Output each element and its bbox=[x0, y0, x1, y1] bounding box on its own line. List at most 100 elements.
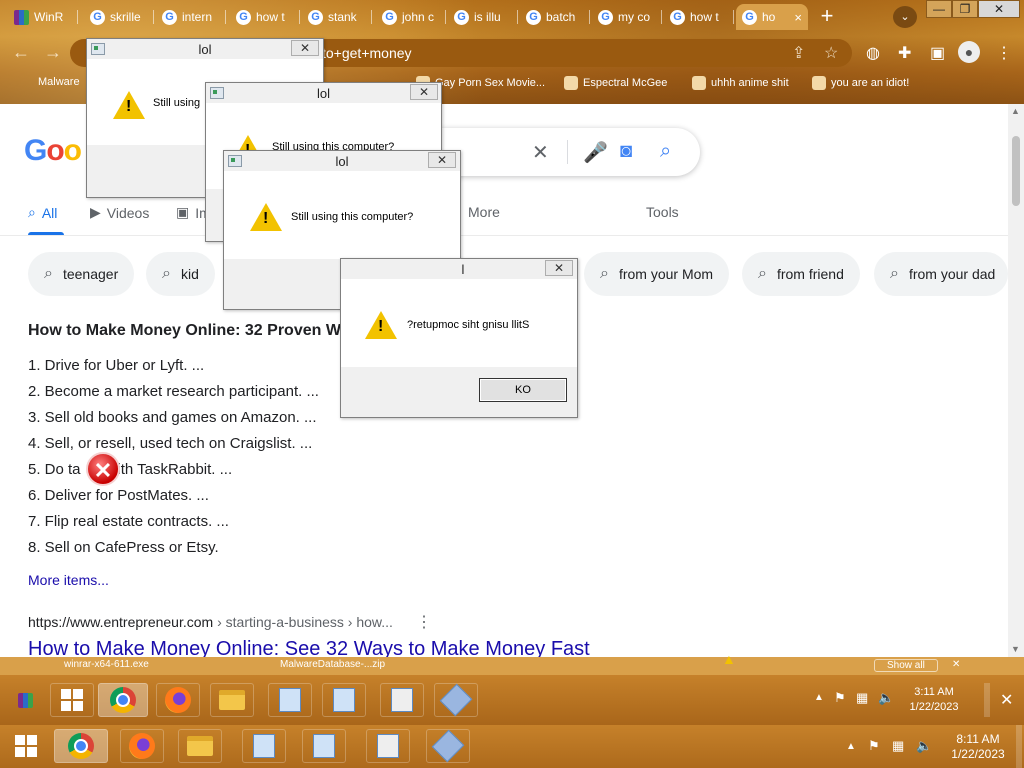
system-clock[interactable]: 8:11 AM 1/22/2023 bbox=[942, 732, 1014, 762]
new-tab-button[interactable]: + bbox=[814, 5, 840, 28]
taskbar-chrome[interactable] bbox=[98, 683, 148, 717]
tab-7[interactable]: G batch bbox=[520, 4, 590, 30]
address-text[interactable]: to+get+money bbox=[322, 45, 412, 61]
tab-videos[interactable]: ▶ Videos bbox=[90, 204, 149, 221]
result-options-icon[interactable]: ⋮ bbox=[416, 612, 432, 632]
taskbar-app-4[interactable] bbox=[426, 729, 470, 763]
google-icon: G bbox=[382, 9, 397, 25]
taskbar-app-3[interactable] bbox=[366, 729, 410, 763]
chip-teenager[interactable]: ⌕ teenager bbox=[28, 252, 135, 296]
tab-more[interactable]: More bbox=[468, 204, 500, 220]
scroll-down-icon[interactable]: ▼ bbox=[1011, 644, 1020, 654]
start-button[interactable] bbox=[4, 729, 48, 763]
tab-2[interactable]: G intern bbox=[156, 4, 226, 30]
taskbar-app-3[interactable] bbox=[380, 683, 424, 717]
back-icon[interactable]: ← bbox=[12, 42, 30, 63]
chip-kid[interactable]: ⌕ kid bbox=[146, 252, 215, 296]
dialog-close-button[interactable]: ✕ bbox=[291, 40, 319, 56]
side-panel-icon[interactable]: ▣ bbox=[930, 43, 945, 63]
volume-icon[interactable]: 🔈 bbox=[878, 690, 894, 706]
close-tab-icon[interactable]: × bbox=[794, 10, 802, 25]
taskbar-app-2[interactable] bbox=[302, 729, 346, 763]
taskbar-firefox[interactable] bbox=[120, 729, 164, 763]
forward-icon[interactable]: → bbox=[44, 42, 62, 63]
taskbar-app-4[interactable] bbox=[434, 683, 478, 717]
action-center-flag-icon[interactable]: ⚑ bbox=[834, 690, 846, 706]
show-desktop[interactable] bbox=[984, 683, 990, 717]
dialog-close-button[interactable]: ✕ bbox=[545, 260, 573, 276]
profile-avatar-icon[interactable]: ● bbox=[958, 41, 980, 63]
ko-button[interactable]: KO bbox=[479, 378, 567, 402]
tab-8[interactable]: G my co bbox=[592, 4, 662, 30]
dialog-close-button[interactable]: ✕ bbox=[410, 84, 438, 100]
bookmark-malware[interactable]: Malware bbox=[38, 76, 80, 88]
chip-from-your-dad[interactable]: ⌕ from your dad bbox=[874, 252, 1008, 296]
voice-search-icon[interactable]: 🎤 bbox=[583, 140, 608, 165]
dialog-close-button[interactable]: ✕ bbox=[428, 152, 456, 168]
tab-4[interactable]: G stank bbox=[302, 4, 372, 30]
camera-search-icon[interactable]: ◙ bbox=[620, 140, 632, 163]
maximize-button[interactable]: ❐ bbox=[952, 0, 978, 18]
taskbar-firefox[interactable] bbox=[156, 683, 200, 717]
search-box[interactable]: ✕ 🎤 ◙ ⌕ bbox=[440, 128, 700, 176]
tab-10-active[interactable]: G ho × bbox=[736, 4, 808, 30]
list-item: 2. Become a market research participant.… bbox=[28, 383, 319, 400]
tab-search-button[interactable]: ⌄ bbox=[893, 6, 917, 28]
more-items-link[interactable]: More items... bbox=[28, 572, 109, 588]
show-desktop[interactable] bbox=[1016, 725, 1022, 768]
network-icon[interactable]: ▦ bbox=[856, 690, 868, 706]
tray-arrow-icon[interactable]: ▲ bbox=[846, 741, 856, 752]
taskbar-chrome[interactable] bbox=[54, 729, 108, 763]
taskbar-explorer[interactable] bbox=[210, 683, 254, 717]
taskbar-app-1[interactable] bbox=[268, 683, 312, 717]
volume-icon[interactable]: 🔈 bbox=[916, 738, 932, 754]
scroll-thumb[interactable] bbox=[1012, 136, 1020, 206]
bookmark-4[interactable]: you are an idiot! bbox=[812, 76, 909, 90]
close-icon[interactable]: ✕ bbox=[1000, 690, 1013, 710]
download-item[interactable]: winrar-x64-611.exe bbox=[64, 659, 149, 670]
menu-kebab-icon[interactable]: ⋮ bbox=[996, 43, 1012, 63]
taskbar-app-2[interactable] bbox=[322, 683, 366, 717]
chip-from-your-mom[interactable]: ⌕ from your Mom bbox=[584, 252, 730, 296]
tab-3[interactable]: G how t bbox=[230, 4, 300, 30]
clear-search-icon[interactable]: ✕ bbox=[532, 140, 549, 165]
close-shelf-icon[interactable]: ✕ bbox=[952, 659, 960, 670]
winrar-icon[interactable] bbox=[18, 693, 33, 708]
extension-flag-icon[interactable]: ◍ bbox=[866, 43, 880, 63]
tab-9[interactable]: G how t bbox=[664, 4, 734, 30]
minimize-button[interactable]: — bbox=[926, 0, 952, 18]
window-close-button[interactable]: ✕ bbox=[978, 0, 1020, 18]
chip-from-friend[interactable]: ⌕ from friend bbox=[742, 252, 860, 296]
taskbar-app-1[interactable] bbox=[242, 729, 286, 763]
tab-0[interactable]: WinR bbox=[8, 4, 78, 30]
system-clock[interactable]: 3:11 AM 1/22/2023 bbox=[898, 685, 970, 715]
share-icon[interactable]: ⇪ bbox=[792, 43, 805, 63]
extensions-icon[interactable]: ✚ bbox=[898, 43, 911, 63]
show-all-button[interactable]: Show all bbox=[874, 659, 938, 672]
tab-5[interactable]: G john c bbox=[376, 4, 446, 30]
bookmark-star-icon[interactable]: ☆ bbox=[824, 43, 838, 63]
start-button[interactable] bbox=[50, 683, 94, 717]
tab-1[interactable]: G skrille bbox=[84, 4, 154, 30]
tab-all[interactable]: ⌕ All bbox=[28, 204, 57, 221]
tray-arrow-icon[interactable]: ▲ bbox=[814, 692, 824, 703]
dialog-titlebar[interactable]: l ✕ bbox=[341, 259, 577, 279]
network-icon[interactable]: ▦ bbox=[892, 738, 904, 754]
taskbar-explorer[interactable] bbox=[178, 729, 222, 763]
google-logo[interactable]: Goo bbox=[24, 134, 82, 168]
dialog-titlebar[interactable]: lol ✕ bbox=[87, 39, 323, 59]
dialog-titlebar[interactable]: lol ✕ bbox=[206, 83, 441, 103]
search-icon: ⌕ bbox=[890, 265, 899, 282]
tab-6[interactable]: G is illu bbox=[448, 4, 518, 30]
scroll-up-icon[interactable]: ▲ bbox=[1011, 106, 1020, 116]
action-center-flag-icon[interactable]: ⚑ bbox=[868, 738, 880, 754]
search-icon[interactable]: ⌕ bbox=[660, 140, 671, 163]
bookmark-2[interactable]: Espectral McGee bbox=[564, 76, 667, 90]
chrome-icon bbox=[110, 687, 136, 713]
tab-tools[interactable]: Tools bbox=[646, 204, 679, 220]
bookmark-3[interactable]: uhhh anime shit bbox=[692, 76, 789, 90]
page-scrollbar[interactable]: ▲ ▼ bbox=[1008, 104, 1024, 657]
dialog-titlebar[interactable]: lol ✕ bbox=[224, 151, 460, 171]
download-item[interactable]: MalwareDatabase-...zip bbox=[280, 659, 385, 670]
result-url: https://www.entrepreneur.com › starting-… bbox=[28, 614, 393, 630]
